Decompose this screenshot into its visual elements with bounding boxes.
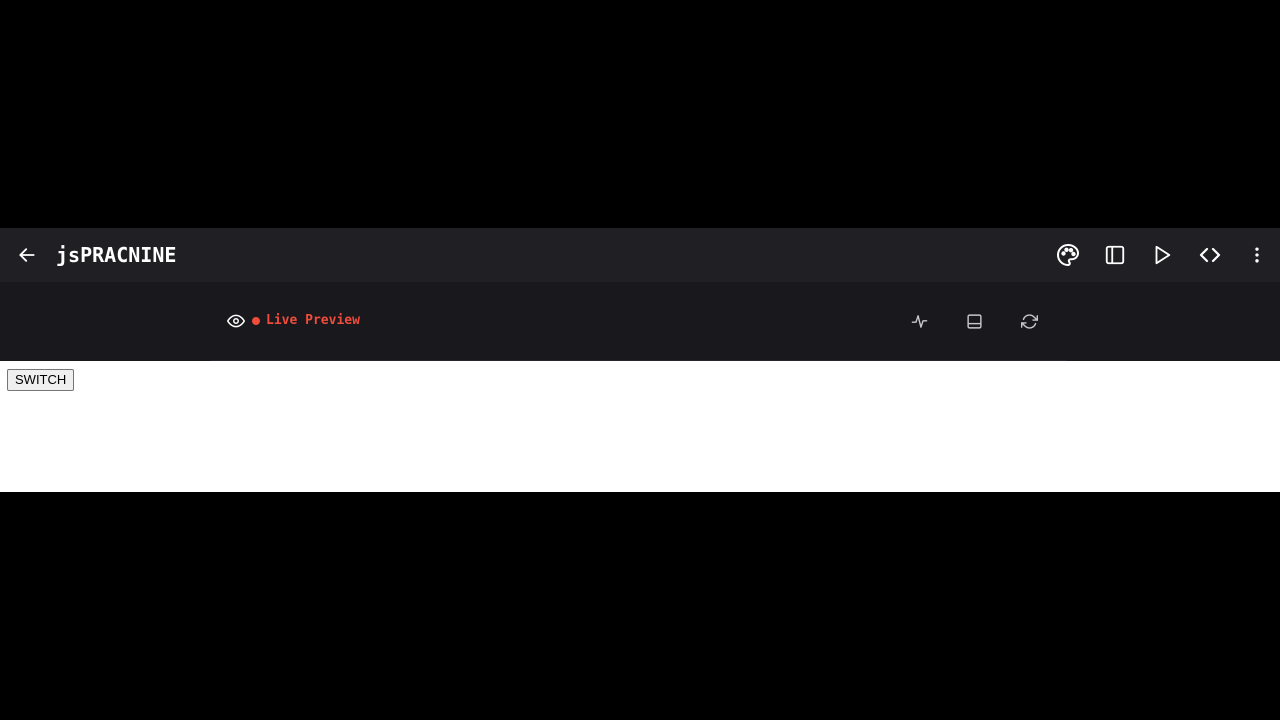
project-title: jsPRACNINE: [56, 243, 177, 267]
play-icon: [1155, 245, 1171, 265]
eye-icon: [227, 314, 245, 328]
more-options-button[interactable]: [1241, 239, 1273, 271]
more-vertical-icon: [1255, 247, 1259, 263]
palette-icon: [1057, 244, 1079, 266]
refresh-preview-button[interactable]: [1018, 310, 1040, 332]
live-preview-label: Live Preview: [266, 313, 360, 328]
screen-frame: jsPRACNINE Live Preview SWITCH: [0, 0, 1280, 720]
live-status-dot: [252, 317, 260, 325]
arrow-left-icon: [19, 248, 35, 262]
view-code-button[interactable]: [1194, 239, 1226, 271]
back-button[interactable]: [11, 239, 43, 271]
sidebar-toggle-icon: [1105, 245, 1125, 265]
live-preview-area: SWITCH: [0, 361, 1280, 492]
toggle-sidebar-button[interactable]: [1099, 239, 1131, 271]
refresh-icon: [1020, 313, 1038, 329]
activity-button[interactable]: [908, 310, 930, 332]
toggle-console-button[interactable]: [963, 310, 985, 332]
app-window: jsPRACNINE Live Preview SWITCH: [0, 228, 1280, 492]
preview-toolbar: Live Preview: [0, 282, 1280, 361]
switch-button[interactable]: SWITCH: [7, 369, 75, 391]
preview-status-icon: [227, 312, 245, 330]
panel-bottom-icon: [966, 313, 982, 329]
top-app-bar: jsPRACNINE: [0, 228, 1280, 282]
activity-icon: [911, 314, 927, 328]
code-icon: [1199, 247, 1221, 263]
run-button[interactable]: [1146, 239, 1178, 271]
theme-palette-button[interactable]: [1052, 239, 1084, 271]
